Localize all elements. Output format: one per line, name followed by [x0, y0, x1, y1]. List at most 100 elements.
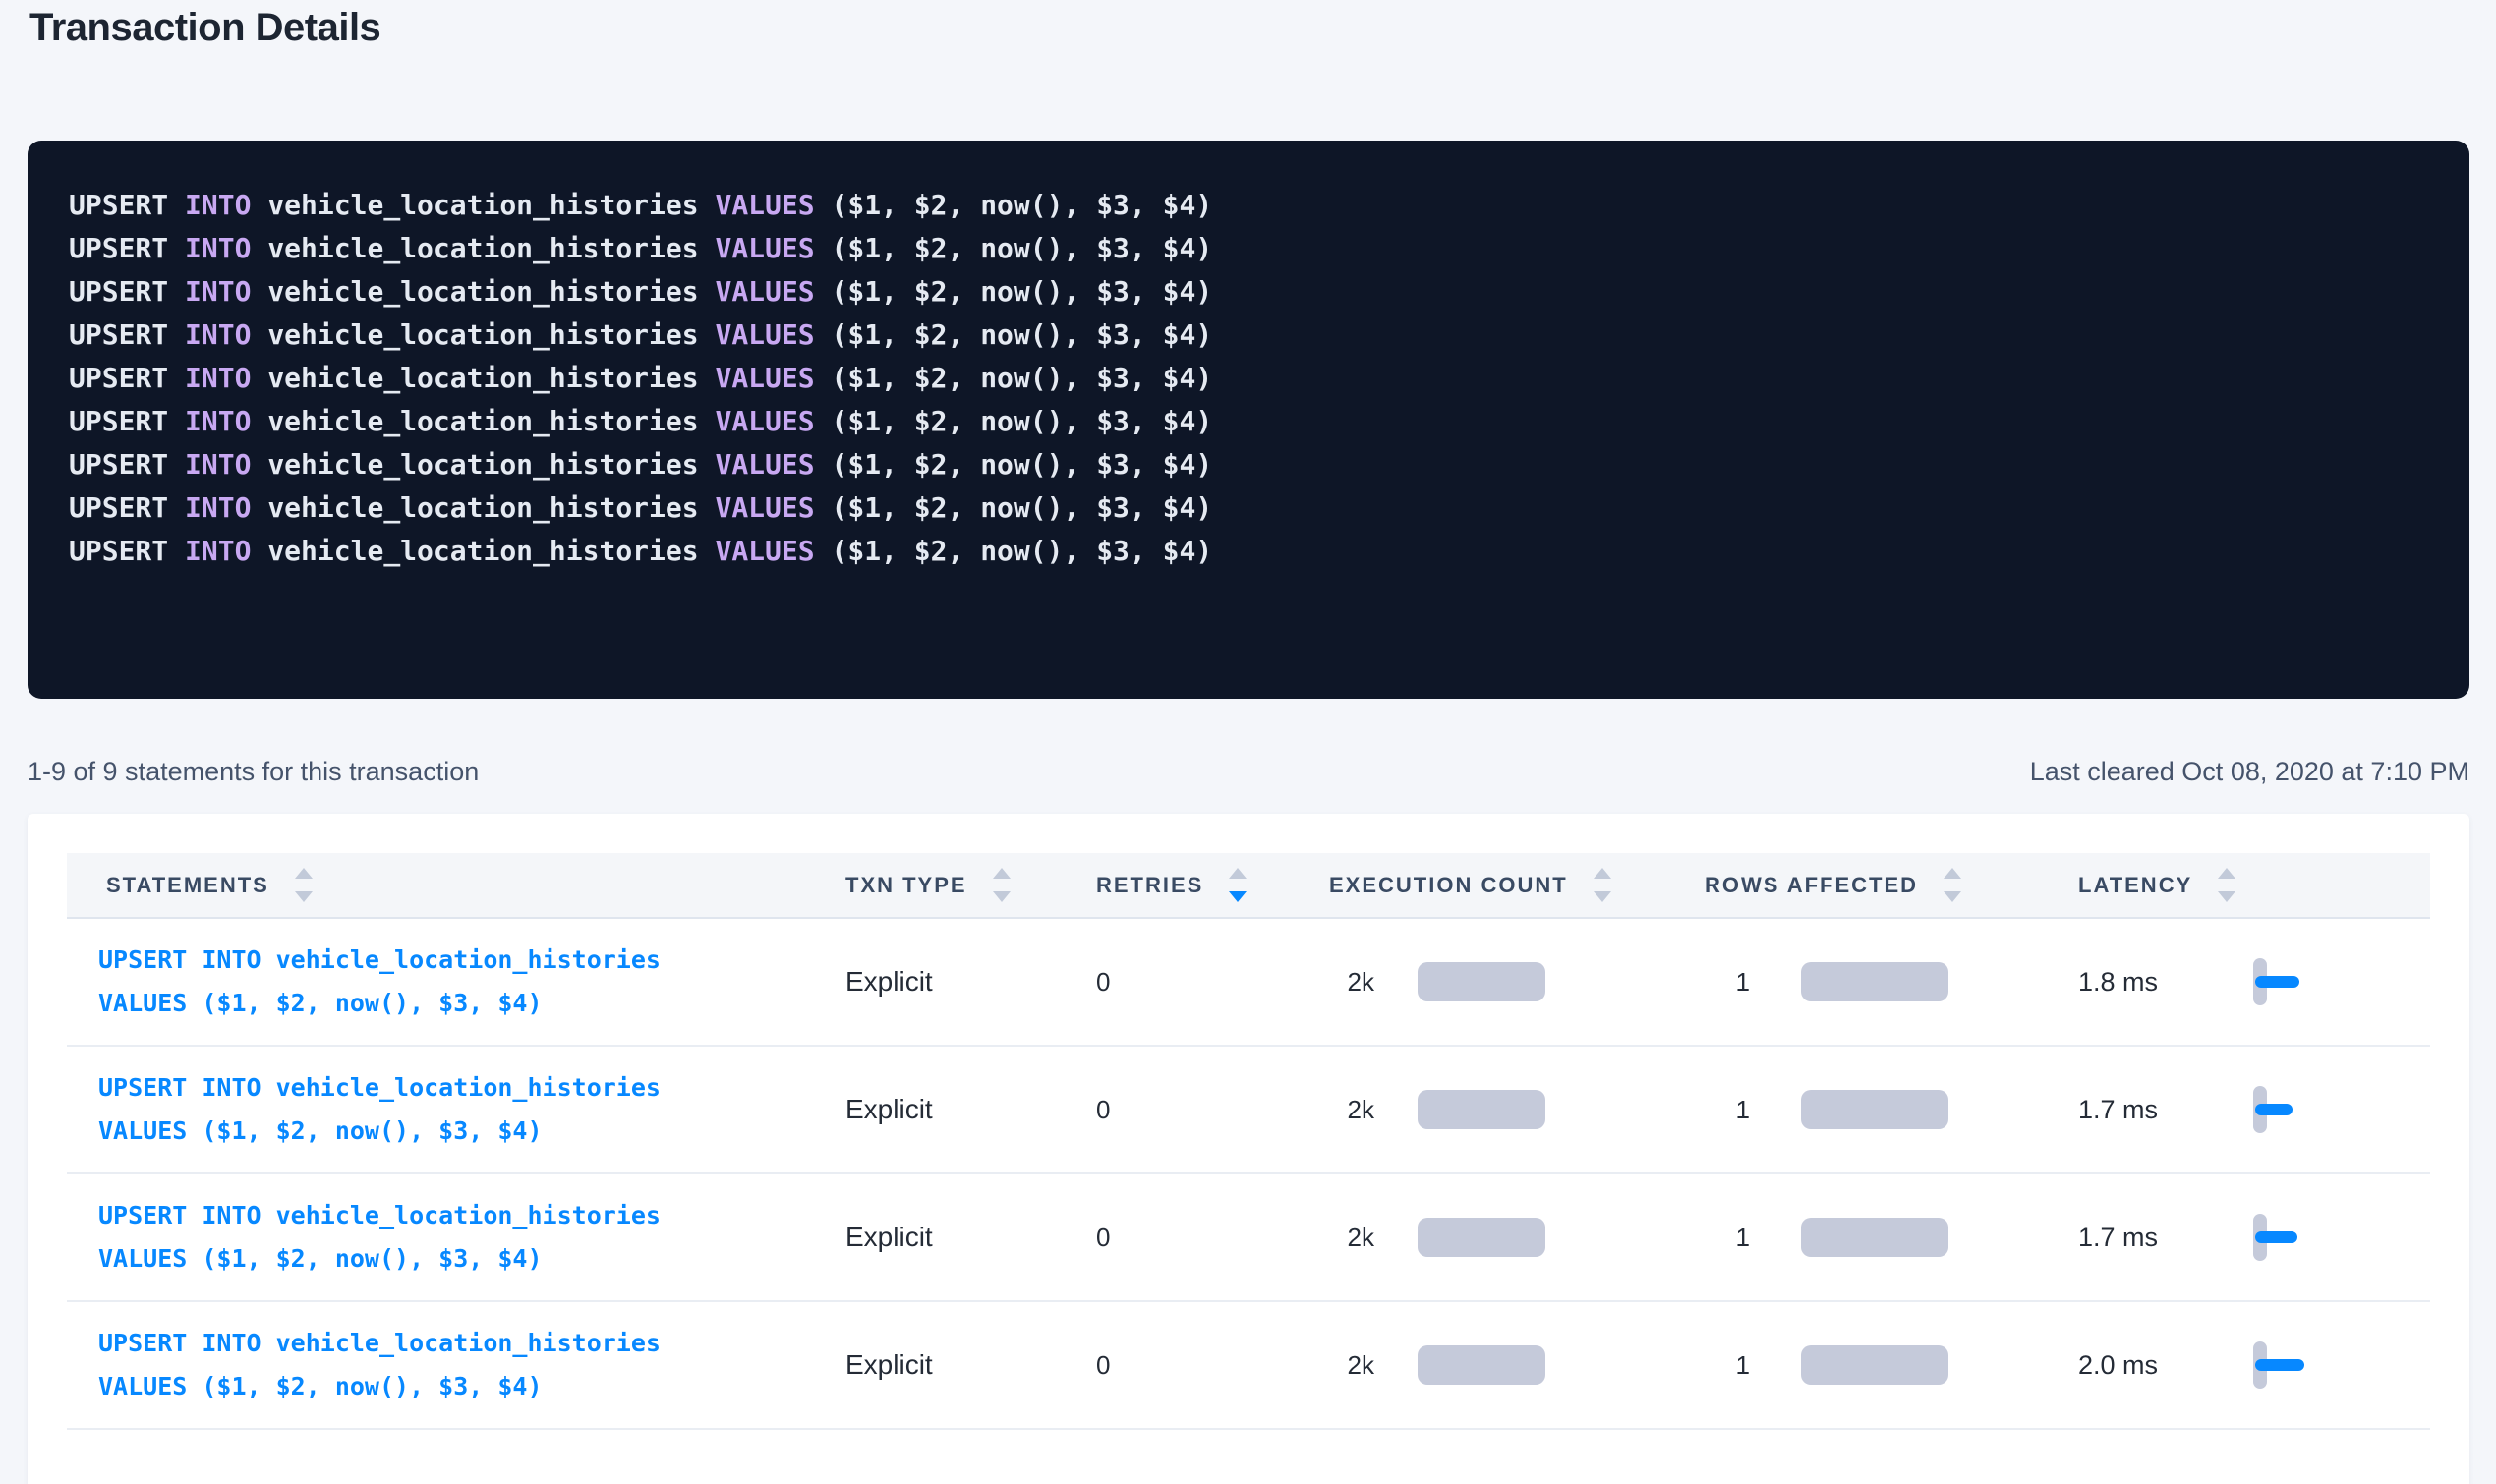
statement-cell: UPSERT INTO vehicle_location_histories V…	[67, 1066, 814, 1153]
column-header-txn-type[interactable]: TXN TYPE	[814, 868, 1065, 902]
last-cleared-text: Last cleared Oct 08, 2020 at 7:10 PM	[2030, 757, 2469, 787]
sort-asc-icon[interactable]	[2218, 868, 2235, 879]
rows-affected-bar	[1801, 1345, 1948, 1385]
latency-barchart	[2253, 1336, 2342, 1395]
sql-line: UPSERT INTO vehicle_location_histories V…	[69, 443, 2430, 486]
statement-link[interactable]: UPSERT INTO vehicle_location_histories V…	[98, 1322, 661, 1408]
retries-cell: 0	[1065, 1095, 1298, 1125]
latency-cell: 1.8 ms	[2047, 952, 2430, 1011]
sort-desc-icon[interactable]	[1944, 891, 1961, 902]
sort-arrows-icon[interactable]	[2218, 868, 2235, 902]
latency-bar	[2255, 976, 2299, 988]
retries-value: 0	[1096, 1223, 1110, 1253]
execution-count-cell: 2k	[1298, 1090, 1673, 1129]
latency-bar	[2255, 1104, 2293, 1115]
table-row: UPSERT INTO vehicle_location_histories V…	[67, 919, 2430, 1047]
statement-link[interactable]: UPSERT INTO vehicle_location_histories V…	[98, 939, 661, 1025]
table-row: UPSERT INTO vehicle_location_histories V…	[67, 1302, 2430, 1430]
sort-arrows-icon[interactable]	[1944, 868, 1961, 902]
latency-barchart	[2253, 952, 2342, 1011]
execution-count-value: 2k	[1329, 1223, 1374, 1253]
txn-type-value: Explicit	[845, 1222, 933, 1253]
column-header-execution-count[interactable]: EXECUTION COUNT	[1298, 868, 1673, 902]
execution-count-cell: 2k	[1298, 962, 1673, 1001]
sql-line: UPSERT INTO vehicle_location_histories V…	[69, 486, 2430, 530]
rows-affected-cell: 1	[1673, 1218, 2047, 1257]
sql-line: UPSERT INTO vehicle_location_histories V…	[69, 400, 2430, 443]
latency-barchart	[2253, 1208, 2342, 1267]
sort-asc-icon[interactable]	[295, 868, 313, 879]
latency-cell: 1.7 ms	[2047, 1080, 2430, 1139]
execution-count-bar	[1418, 962, 1545, 1001]
sql-line: UPSERT INTO vehicle_location_histories V…	[69, 530, 2430, 573]
sql-line: UPSERT INTO vehicle_location_histories V…	[69, 227, 2430, 270]
column-header-retries[interactable]: RETRIES	[1065, 868, 1298, 902]
sort-asc-icon[interactable]	[993, 868, 1011, 879]
statement-cell: UPSERT INTO vehicle_location_histories V…	[67, 1194, 814, 1281]
statement-link[interactable]: UPSERT INTO vehicle_location_histories V…	[98, 1194, 661, 1281]
retries-value: 0	[1096, 1350, 1110, 1381]
latency-bar	[2255, 1359, 2304, 1371]
execution-count-value: 2k	[1329, 967, 1374, 998]
txn-type-cell: Explicit	[814, 966, 1065, 998]
retries-value: 0	[1096, 967, 1110, 998]
table-row: UPSERT INTO vehicle_location_histories V…	[67, 1047, 2430, 1174]
latency-value: 1.7 ms	[2078, 1095, 2177, 1125]
sort-asc-icon[interactable]	[1229, 868, 1247, 879]
sql-line: UPSERT INTO vehicle_location_histories V…	[69, 314, 2430, 357]
execution-count-cell: 2k	[1298, 1345, 1673, 1385]
rows-affected-value: 1	[1705, 1095, 1750, 1125]
execution-count-cell: 2k	[1298, 1218, 1673, 1257]
execution-count-value: 2k	[1329, 1095, 1374, 1125]
sort-asc-icon[interactable]	[1594, 868, 1611, 879]
table-body: UPSERT INTO vehicle_location_histories V…	[67, 919, 2430, 1430]
summary-row: 1-9 of 9 statements for this transaction…	[28, 757, 2469, 787]
sort-desc-icon[interactable]	[1594, 891, 1611, 902]
rows-affected-value: 1	[1705, 967, 1750, 998]
rows-affected-bar	[1801, 1218, 1948, 1257]
execution-count-value: 2k	[1329, 1350, 1374, 1381]
column-header-statements[interactable]: STATEMENTS	[67, 868, 814, 902]
execution-count-bar	[1418, 1218, 1545, 1257]
rows-affected-cell: 1	[1673, 1345, 2047, 1385]
execution-count-bar	[1418, 1345, 1545, 1385]
latency-cell: 2.0 ms	[2047, 1336, 2430, 1395]
sort-arrows-icon[interactable]	[993, 868, 1011, 902]
column-header-rows-affected[interactable]: ROWS AFFECTED	[1673, 868, 2047, 902]
table-row: UPSERT INTO vehicle_location_histories V…	[67, 1174, 2430, 1302]
rows-affected-value: 1	[1705, 1350, 1750, 1381]
retries-cell: 0	[1065, 1350, 1298, 1381]
column-header-latency[interactable]: LATENCY	[2047, 868, 2430, 902]
rows-affected-value: 1	[1705, 1223, 1750, 1253]
execution-count-bar	[1418, 1090, 1545, 1129]
sort-asc-icon[interactable]	[1944, 868, 1961, 879]
sort-desc-icon[interactable]	[295, 891, 313, 902]
statement-link[interactable]: UPSERT INTO vehicle_location_histories V…	[98, 1066, 661, 1153]
rows-affected-cell: 1	[1673, 1090, 2047, 1129]
statements-table-card: STATEMENTS TXN TYPE RETRIES EXECUTION CO…	[28, 814, 2469, 1484]
sql-line: UPSERT INTO vehicle_location_histories V…	[69, 270, 2430, 314]
page-title: Transaction Details	[29, 6, 380, 50]
txn-type-value: Explicit	[845, 966, 933, 998]
latency-cell: 1.7 ms	[2047, 1208, 2430, 1267]
sql-statements-box: UPSERT INTO vehicle_location_histories V…	[28, 141, 2469, 699]
sort-arrows-icon[interactable]	[1229, 868, 1247, 902]
sort-arrows-icon[interactable]	[1594, 868, 1611, 902]
retries-cell: 0	[1065, 1223, 1298, 1253]
txn-type-value: Explicit	[845, 1349, 933, 1381]
statement-cell: UPSERT INTO vehicle_location_histories V…	[67, 939, 814, 1025]
sort-desc-icon[interactable]	[1229, 891, 1247, 902]
txn-type-cell: Explicit	[814, 1349, 1065, 1381]
latency-barchart	[2253, 1080, 2342, 1139]
txn-type-cell: Explicit	[814, 1222, 1065, 1253]
sql-line: UPSERT INTO vehicle_location_histories V…	[69, 357, 2430, 400]
rows-affected-cell: 1	[1673, 962, 2047, 1001]
txn-type-cell: Explicit	[814, 1094, 1065, 1125]
rows-affected-bar	[1801, 962, 1948, 1001]
sort-desc-icon[interactable]	[2218, 891, 2235, 902]
sort-desc-icon[interactable]	[993, 891, 1011, 902]
retries-value: 0	[1096, 1095, 1110, 1125]
sort-arrows-icon[interactable]	[295, 868, 313, 902]
rows-affected-bar	[1801, 1090, 1948, 1129]
table-header-row: STATEMENTS TXN TYPE RETRIES EXECUTION CO…	[67, 853, 2430, 919]
